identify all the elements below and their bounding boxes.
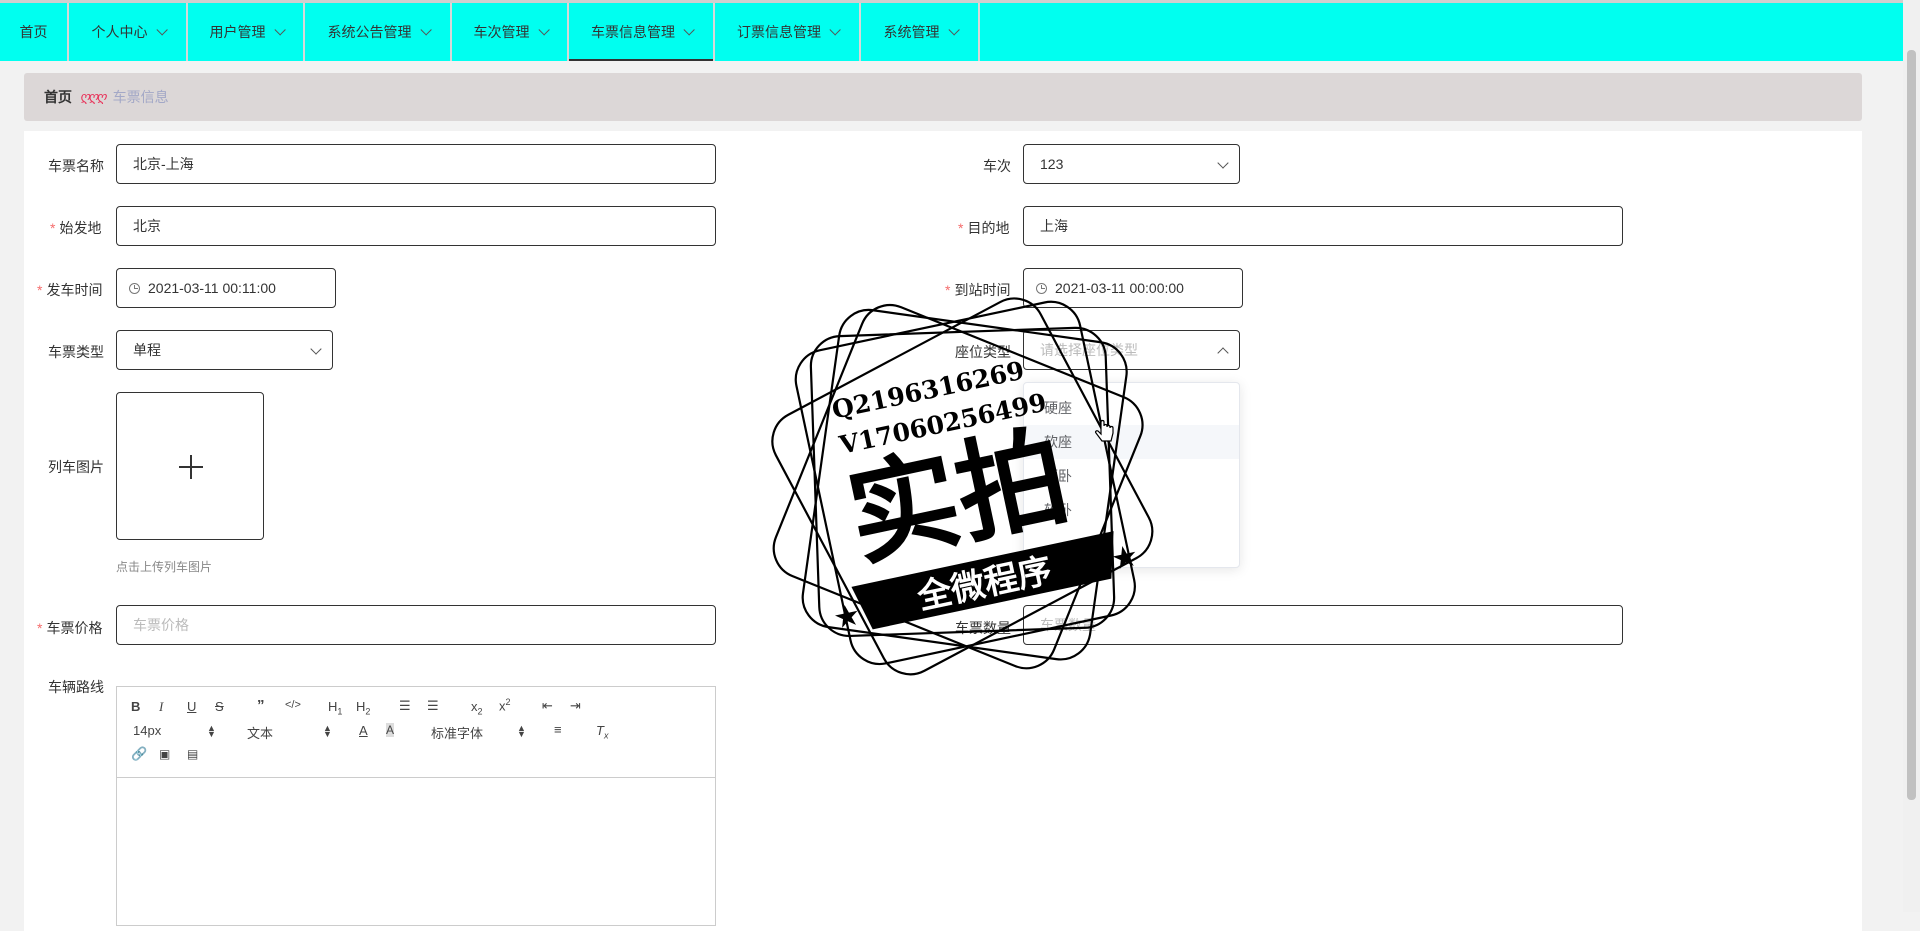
ticket-type-label: 车票类型 [48, 344, 104, 360]
seat-option-soft-seat[interactable]: 软座 [1024, 425, 1239, 459]
video-icon[interactable]: ▤ [187, 747, 198, 761]
nav-item-label: 用户管理 [209, 24, 266, 40]
nav-item-label: 系统公告管理 [327, 24, 412, 40]
seat-type-dropdown: 硬座 软座 硬卧 软卧 [1023, 382, 1240, 568]
chevron-down-icon [1217, 157, 1229, 169]
chevron-up-icon [1217, 347, 1229, 359]
origin-label: * 始发地 [50, 220, 102, 236]
nav-item-ticket-management[interactable]: 车票信息管理 [569, 3, 715, 61]
font-color-icon[interactable]: A [359, 723, 368, 738]
nav-item-booking-management[interactable]: 订票信息管理 [715, 3, 861, 61]
image-icon[interactable]: ▣ [159, 747, 170, 761]
nav-item-train-management[interactable]: 车次管理 [452, 3, 569, 61]
clear-format-icon[interactable]: Tx [596, 723, 608, 741]
font-size-select[interactable]: 14px ▲ ▼ [133, 723, 216, 739]
rich-text-editor[interactable]: B I U S ” </> H1 H2 ☰ ☰ x2 x2 ⇤ ⇥ 14px ▲ ▼… [116, 686, 716, 926]
nav-item-label: 车票信息管理 [591, 24, 675, 40]
train-no-label: 车次 [983, 158, 1011, 174]
train-image-upload[interactable] [116, 392, 264, 540]
origin-input[interactable]: 北京 [116, 206, 716, 246]
depart-time-picker[interactable]: 2021-03-11 00:11:00 [116, 268, 336, 308]
arrive-time-label: * 到站时间 [945, 282, 1011, 298]
indent-icon[interactable]: ⇥ [570, 698, 581, 714]
price-input[interactable]: 车票价格 [116, 605, 716, 645]
code-block-icon[interactable]: </> [285, 699, 301, 711]
align-icon[interactable]: ≡ [554, 722, 562, 737]
arrive-time-picker[interactable]: 2021-03-11 00:00:00 [1023, 268, 1243, 308]
link-icon[interactable]: 🔗 [131, 746, 147, 762]
superscript-icon[interactable]: x2 [499, 697, 511, 713]
clock-icon [1036, 282, 1047, 294]
seat-option-soft-sleeper[interactable]: 软卧 [1024, 493, 1239, 527]
seat-type-select[interactable]: 请选择座位类型 [1023, 330, 1240, 370]
nav-item-label: 车次管理 [473, 24, 530, 40]
depart-time-label: * 发车时间 [37, 282, 103, 298]
nav-item-system-management[interactable]: 系统管理 [861, 3, 980, 61]
header-1-icon[interactable]: H1 [328, 699, 342, 717]
subscript-icon[interactable]: x2 [471, 699, 483, 717]
chevron-down-icon [537, 24, 550, 36]
destination-label: * 目的地 [958, 220, 1010, 236]
quantity-label: 车票数量 [955, 620, 1011, 636]
font-family-select[interactable]: 标准字体 ▲ ▼ [431, 723, 526, 742]
background-color-icon[interactable]: A [386, 723, 395, 737]
nav-item-user-management[interactable]: 用户管理 [188, 3, 305, 61]
ordered-list-icon[interactable]: ☰ [399, 698, 411, 714]
blockquote-icon[interactable]: ” [257, 697, 265, 714]
chevron-down-icon [829, 24, 841, 36]
chevron-down-icon [419, 24, 432, 36]
chevron-down-icon [273, 24, 286, 36]
nav-item-label: 订票信息管理 [737, 24, 821, 40]
breadcrumb-home[interactable]: 首页 [44, 87, 72, 107]
page-scrollbar[interactable] [1903, 0, 1920, 912]
ticket-name-label: 车票名称 [48, 158, 104, 174]
breadcrumb-current: 车票信息 [112, 89, 169, 105]
nav-item-announcement-management[interactable]: 系统公告管理 [305, 3, 452, 61]
price-label: * 车票价格 [37, 620, 103, 636]
train-no-select[interactable]: 123 [1023, 144, 1240, 184]
chevron-down-icon [947, 24, 960, 36]
bullet-list-icon[interactable]: ☰ [427, 698, 439, 714]
breadcrumb: 首页 ღღღ 车票信息 [24, 73, 1862, 121]
clock-icon [129, 282, 140, 294]
bold-icon[interactable]: B [131, 699, 140, 714]
nav-item-personal-center[interactable]: 个人中心 [69, 3, 188, 61]
italic-icon[interactable]: I [159, 699, 163, 715]
route-label: 车辆路线 [48, 679, 104, 695]
underline-icon[interactable]: U [187, 699, 196, 714]
seat-option-hard-sleeper[interactable]: 硬卧 [1024, 459, 1239, 493]
block-type-select[interactable]: 文本 ▲ ▼ [247, 723, 332, 742]
ticket-name-input[interactable]: 北京-上海 [116, 144, 716, 184]
header-2-icon[interactable]: H2 [356, 699, 370, 717]
scrollbar-thumb[interactable] [1907, 50, 1916, 800]
top-nav: 首页 个人中心 用户管理 系统公告管理 车次管理 车票信息管理 订票信息管理 系… [0, 0, 1903, 61]
train-image-label: 列车图片 [48, 459, 104, 475]
upload-tip: 点击上传列车图片 [116, 560, 213, 574]
chevron-down-icon [683, 24, 695, 36]
ticket-type-select[interactable]: 单程 [116, 330, 333, 370]
nav-item-label: 首页 [19, 24, 48, 40]
chevron-down-icon [310, 343, 322, 355]
strikethrough-icon[interactable]: S [215, 699, 224, 714]
editor-toolbar: B I U S ” </> H1 H2 ☰ ☰ x2 x2 ⇤ ⇥ 14px ▲ ▼… [117, 687, 715, 778]
breadcrumb-separator: ღღღ [80, 89, 107, 104]
destination-input[interactable]: 上海 [1023, 206, 1623, 246]
chevron-down-icon [155, 24, 168, 36]
seat-type-label: 座位类型 [955, 344, 1011, 360]
nav-item-label: 系统管理 [883, 24, 940, 40]
nav-item-label: 个人中心 [91, 24, 148, 40]
outdent-icon[interactable]: ⇤ [542, 698, 553, 714]
nav-item-home[interactable]: 首页 [0, 3, 69, 61]
editor-content[interactable] [117, 778, 715, 928]
seat-option-hard-seat[interactable]: 硬座 [1024, 391, 1239, 425]
quantity-input[interactable]: 车票数量 [1023, 605, 1623, 645]
